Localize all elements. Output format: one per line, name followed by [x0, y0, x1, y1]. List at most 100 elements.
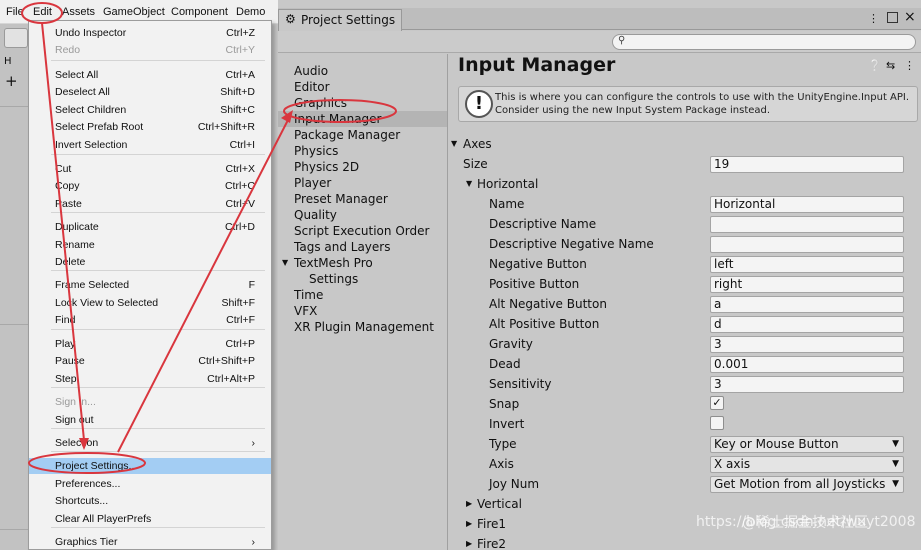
- edit-menu-item[interactable]: Sign in...: [29, 394, 271, 410]
- property-row: Size 19: [448, 155, 921, 173]
- text-field[interactable]: Horizontal: [710, 196, 904, 213]
- edit-menu-item[interactable]: Select Prefab Root Ctrl+Shift+R: [29, 119, 271, 135]
- property-row: Alt Positive Button d: [448, 315, 921, 333]
- edit-menu-item[interactable]: Invert Selection Ctrl+I: [29, 137, 271, 153]
- edit-menu-item[interactable]: Preferences...: [29, 476, 271, 492]
- edit-menu-item[interactable]: Project Settings...: [29, 458, 271, 474]
- menu-file[interactable]: File: [6, 6, 24, 18]
- edit-menu-item[interactable]: Lock View to Selected Shift+F: [29, 295, 271, 311]
- property-label: Gravity: [489, 337, 533, 351]
- hand-tool-button[interactable]: [4, 28, 28, 48]
- property-label[interactable]: Horizontal: [477, 177, 538, 191]
- more-icon[interactable]: ⋮: [904, 59, 915, 72]
- sidebar-item[interactable]: Physics: [278, 143, 447, 159]
- property-label: Snap: [489, 397, 520, 411]
- add-icon[interactable]: +: [5, 72, 18, 90]
- hierarchy-tab-fragment[interactable]: H: [4, 56, 12, 67]
- edit-menu-item[interactable]: Shortcuts...: [29, 493, 271, 509]
- menu-edit[interactable]: Edit: [33, 6, 52, 18]
- property-label[interactable]: Axes: [463, 137, 492, 151]
- edit-menu-item[interactable]: Find Ctrl+F: [29, 312, 271, 328]
- foldout-collapsed-icon[interactable]: ▶: [466, 539, 472, 548]
- text-field[interactable]: [710, 236, 904, 253]
- sidebar-item[interactable]: Quality: [278, 207, 447, 223]
- property-label[interactable]: Vertical: [477, 497, 522, 511]
- edit-menu-item[interactable]: Step Ctrl+Alt+P: [29, 371, 271, 387]
- gear-icon: ⚙: [285, 12, 296, 26]
- edit-menu-item[interactable]: Duplicate Ctrl+D: [29, 219, 271, 235]
- sidebar-item-label: Settings: [309, 272, 359, 286]
- edit-menu-item[interactable]: Frame Selected F: [29, 277, 271, 293]
- edit-menu-item[interactable]: Redo Ctrl+Y: [29, 42, 271, 58]
- text-field[interactable]: right: [710, 276, 904, 293]
- text-field[interactable]: left: [710, 256, 904, 273]
- edit-menu-item[interactable]: Select All Ctrl+A: [29, 67, 271, 83]
- foldout-collapsed-icon[interactable]: ▶: [466, 519, 472, 528]
- edit-menu-item[interactable]: Paste Ctrl+V: [29, 196, 271, 212]
- edit-menu-item[interactable]: Delete: [29, 254, 271, 270]
- edit-menu-item[interactable]: Selection ›: [29, 435, 271, 451]
- sidebar-item[interactable]: Player: [278, 175, 447, 191]
- sidebar-item[interactable]: XR Plugin Management: [278, 319, 447, 335]
- property-label[interactable]: Fire1: [477, 517, 506, 531]
- close-icon[interactable]: ×: [904, 9, 916, 25]
- edit-menu-item[interactable]: Play Ctrl+P: [29, 336, 271, 352]
- edit-menu-item[interactable]: Deselect All Shift+D: [29, 84, 271, 100]
- text-field[interactable]: 3: [710, 376, 904, 393]
- sidebar-item[interactable]: Physics 2D: [278, 159, 447, 175]
- menu-component[interactable]: Component: [171, 6, 228, 18]
- dropdown-select[interactable]: X axis ▼: [710, 456, 904, 473]
- background-editor-strip: H +: [0, 24, 30, 550]
- sidebar-item[interactable]: Time: [278, 287, 447, 303]
- text-field[interactable]: d: [710, 316, 904, 333]
- edit-menu-item[interactable]: Clear All PlayerPrefs: [29, 511, 271, 527]
- sidebar-item[interactable]: ▼ TextMesh Pro: [278, 255, 447, 271]
- property-row: Type Key or Mouse Button ▼: [448, 435, 921, 453]
- menu-demo[interactable]: Demo: [236, 6, 265, 18]
- sidebar-item[interactable]: Graphics: [278, 95, 447, 111]
- edit-menu-item[interactable]: Cut Ctrl+X: [29, 161, 271, 177]
- checkbox[interactable]: ✓: [710, 396, 724, 410]
- property-label[interactable]: Fire2: [477, 537, 506, 550]
- checkbox[interactable]: [710, 416, 724, 430]
- sidebar-item[interactable]: Settings: [278, 271, 447, 287]
- edit-menu-item[interactable]: Sign out: [29, 412, 271, 428]
- edit-menu-item[interactable]: Graphics Tier ›: [29, 534, 271, 550]
- menu-assets[interactable]: Assets: [62, 6, 95, 18]
- text-field[interactable]: [710, 216, 904, 233]
- edit-menu-item[interactable]: Copy Ctrl+C: [29, 178, 271, 194]
- window-menu-icon[interactable]: ⋮: [868, 12, 879, 25]
- sidebar-item[interactable]: Preset Manager: [278, 191, 447, 207]
- search-input[interactable]: ⚲: [612, 34, 916, 50]
- text-field[interactable]: 19: [710, 156, 904, 173]
- sidebar-item-label: VFX: [294, 304, 318, 318]
- foldout-expanded-icon[interactable]: ▼: [451, 139, 457, 148]
- text-field[interactable]: a: [710, 296, 904, 313]
- foldout-collapsed-icon[interactable]: ▶: [466, 499, 472, 508]
- sidebar-item[interactable]: Input Manager: [278, 111, 447, 127]
- sidebar-item[interactable]: Editor: [278, 79, 447, 95]
- menu-item-label: Step: [55, 373, 77, 385]
- sidebar-item[interactable]: VFX: [278, 303, 447, 319]
- maximize-icon[interactable]: [887, 12, 898, 23]
- foldout-expanded-icon[interactable]: ▼: [466, 179, 472, 188]
- edit-menu-item[interactable]: Select Children Shift+C: [29, 102, 271, 118]
- sidebar-item-label: Quality: [294, 208, 337, 222]
- help-icon[interactable]: ❔: [868, 59, 882, 72]
- dropdown-select[interactable]: Get Motion from all Joysticks ▼: [710, 476, 904, 493]
- menu-item-shortcut: Shift+D: [220, 86, 255, 98]
- edit-menu-item[interactable]: Rename: [29, 237, 271, 253]
- sidebar-item[interactable]: Audio: [278, 63, 447, 79]
- sidebar-item[interactable]: Package Manager: [278, 127, 447, 143]
- text-field[interactable]: 0.001: [710, 356, 904, 373]
- edit-menu-item[interactable]: Pause Ctrl+Shift+P: [29, 353, 271, 369]
- sidebar-item[interactable]: Tags and Layers: [278, 239, 447, 255]
- dropdown-select[interactable]: Key or Mouse Button ▼: [710, 436, 904, 453]
- text-field[interactable]: 3: [710, 336, 904, 353]
- edit-menu-item[interactable]: Undo Inspector Ctrl+Z: [29, 25, 271, 41]
- tab-project-settings[interactable]: ⚙ Project Settings: [278, 9, 402, 31]
- sidebar-item[interactable]: Script Execution Order: [278, 223, 447, 239]
- preset-icon[interactable]: ⇆: [886, 59, 895, 72]
- menu-gameobject[interactable]: GameObject: [103, 6, 165, 18]
- expand-arrow-icon[interactable]: ▼: [282, 258, 288, 267]
